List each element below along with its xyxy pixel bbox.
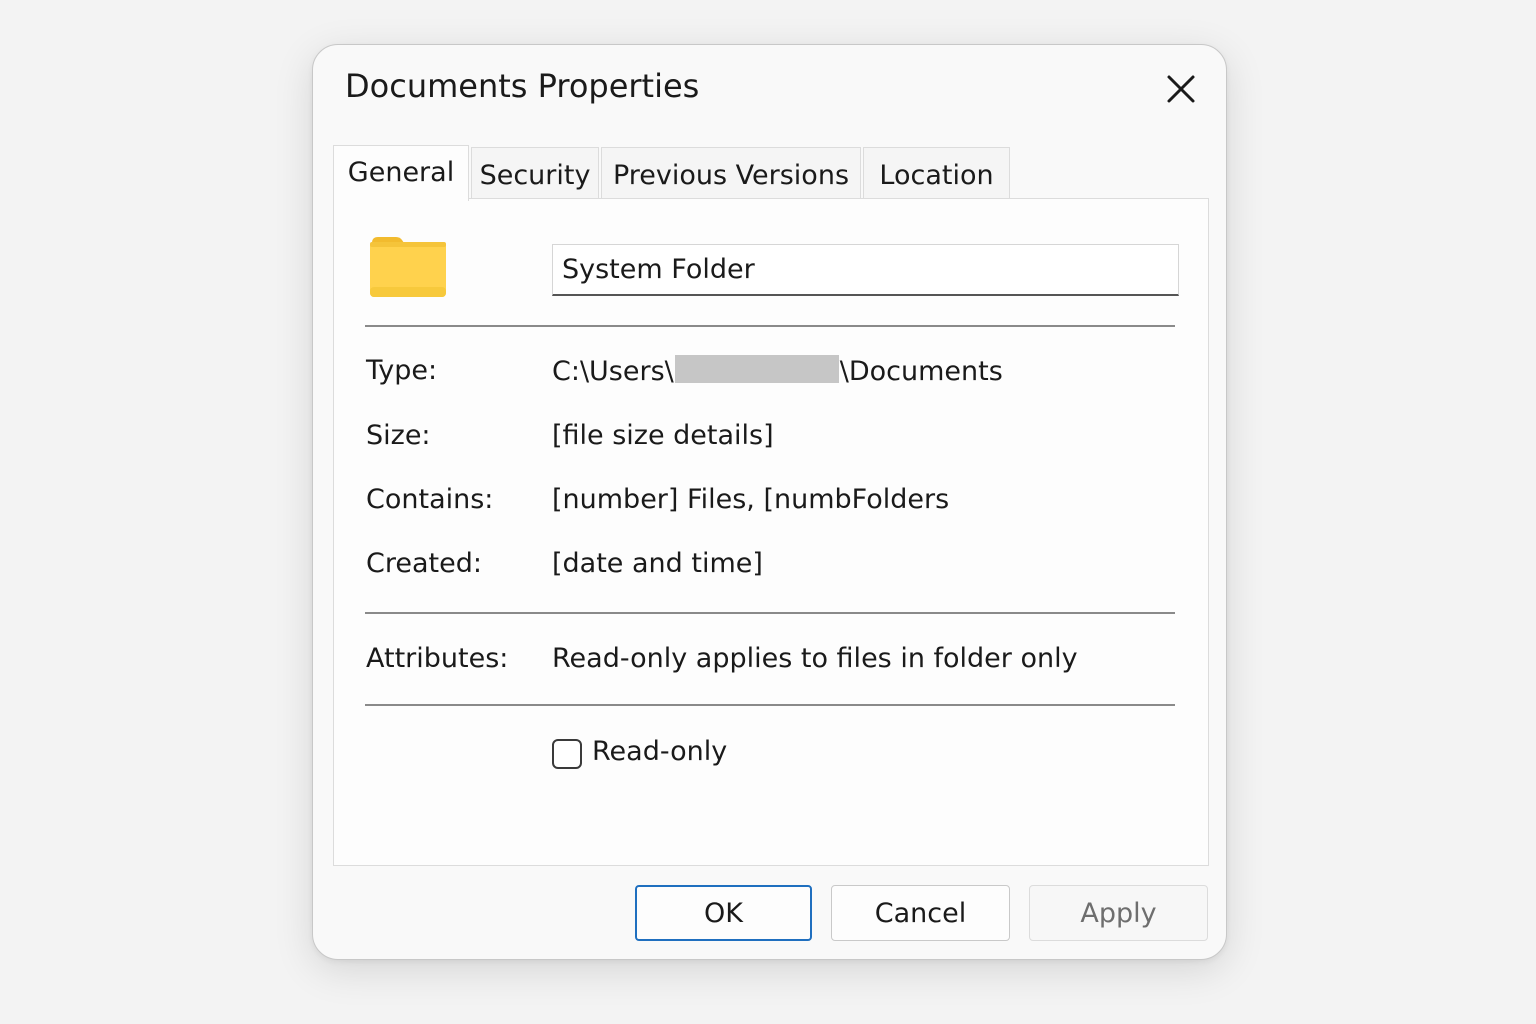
type-label: Type: [366, 355, 438, 386]
tab-general[interactable]: General [333, 145, 469, 201]
close-button[interactable] [1161, 69, 1201, 109]
readonly-checkbox[interactable] [552, 739, 582, 769]
close-icon [1167, 75, 1195, 103]
attributes-label: Attributes: [366, 643, 509, 674]
properties-dialog: Documents Properties General Security Pr… [312, 44, 1227, 960]
redacted-username [674, 355, 839, 383]
divider-bottom [365, 704, 1175, 706]
contains-label: Contains: [366, 484, 494, 515]
tab-location[interactable]: Location [863, 147, 1010, 199]
tab-previous-versions[interactable]: Previous Versions [601, 147, 861, 199]
ok-button[interactable]: OK [635, 885, 812, 941]
divider-top [365, 325, 1175, 327]
contains-value: [number] Files, [numbFolders [552, 484, 949, 515]
dialog-title: Documents Properties [345, 67, 700, 105]
folder-icon [370, 237, 446, 297]
contains-value-folders: Folders [851, 484, 950, 515]
folder-name-field[interactable] [552, 244, 1179, 296]
tab-bar: General Security Previous Versions Locat… [333, 145, 1209, 201]
created-value: [date and time] [552, 548, 763, 579]
contains-value-files: [number] Files, [numb [552, 484, 852, 515]
created-label: Created: [366, 548, 482, 579]
attributes-value: Read-only applies to files in folder onl… [552, 643, 1078, 674]
divider-middle [365, 612, 1175, 614]
type-value-suffix: \Documents [839, 356, 1003, 387]
apply-button[interactable]: Apply [1029, 885, 1208, 941]
type-value-prefix: C:\Users\ [552, 356, 674, 387]
readonly-label: Read-only [592, 736, 728, 767]
size-label: Size: [366, 420, 431, 451]
size-value: [file size details] [552, 420, 774, 451]
cancel-button[interactable]: Cancel [831, 885, 1010, 941]
general-panel: Type: C:\Users\ \Documents Size: [file si… [333, 198, 1209, 866]
type-value: C:\Users\ \Documents [552, 355, 1003, 387]
tab-security[interactable]: Security [471, 147, 599, 199]
